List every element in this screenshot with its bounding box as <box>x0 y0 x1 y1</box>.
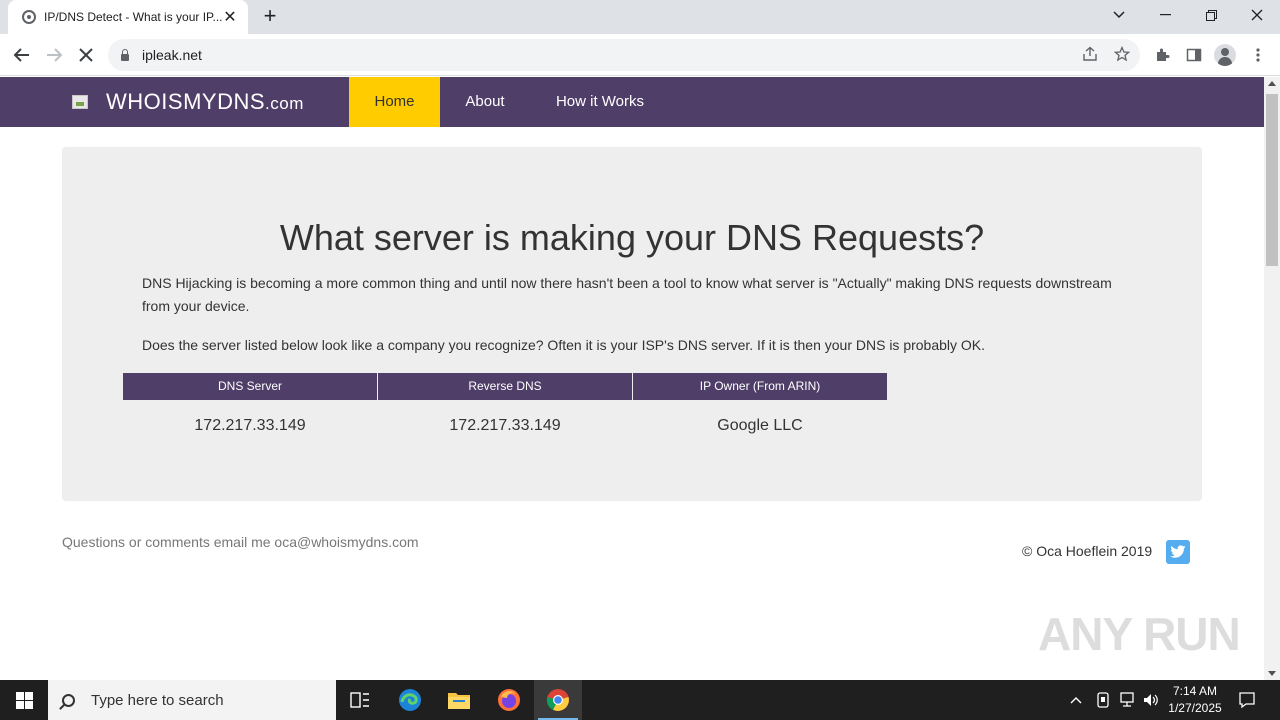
taskbar-clock[interactable]: 7:14 AM 1/27/2025 <box>1160 683 1230 717</box>
profile-avatar-icon[interactable] <box>1214 44 1236 66</box>
restore-icon[interactable] <box>1188 0 1234 30</box>
intro-paragraph: DNS Hijacking is becoming a more common … <box>142 275 1112 314</box>
stop-loading-icon[interactable] <box>74 43 98 67</box>
extensions-puzzle-icon[interactable] <box>1151 44 1173 66</box>
tab-search-chevron-icon[interactable] <box>1096 0 1142 30</box>
brand-prefix: WHOIS <box>106 89 184 114</box>
volume-icon[interactable] <box>1142 680 1160 720</box>
broken-logo-image-icon <box>72 95 88 109</box>
tray-overflow-chevron-icon[interactable] <box>1070 680 1082 720</box>
address-bar[interactable]: ipleak.net <box>108 39 1140 71</box>
watermark: ANY RUN <box>1038 608 1241 660</box>
table-header-dns-server: DNS Server <box>123 373 377 400</box>
brand-main: MYDNS <box>183 89 266 114</box>
forward-arrow-icon[interactable] <box>42 43 66 67</box>
nav-how-it-works[interactable]: How it Works <box>540 77 660 127</box>
page-heading: What server is making your DNS Requests? <box>279 217 985 258</box>
firefox-icon[interactable] <box>485 680 533 720</box>
page-viewport: WHOISMYDNS.com Home About How it Works W… <box>0 77 1264 680</box>
table-header-reverse-dns: Reverse DNS <box>378 373 632 400</box>
loading-favicon-icon <box>22 10 36 24</box>
notifications-icon[interactable] <box>1238 680 1256 720</box>
main-panel: What server is making your DNS Requests?… <box>62 147 1202 501</box>
tab-close-icon[interactable]: ✕ <box>222 7 238 27</box>
back-arrow-icon[interactable] <box>10 43 34 67</box>
windows-taskbar: Type here to search 7:14 AM 1/27/2025 <box>0 680 1280 720</box>
nav-about[interactable]: About <box>444 77 526 127</box>
brand-name: WHOISMYDNS.com <box>106 89 304 115</box>
windows-start-icon[interactable] <box>0 680 48 720</box>
site-brand[interactable]: WHOISMYDNS.com <box>72 77 304 127</box>
scrollbar-thumb[interactable] <box>1266 94 1278 266</box>
brand-suffix: .com <box>265 94 304 113</box>
table-cell-reverse-dns: 172.217.33.149 <box>449 417 561 434</box>
network-icon[interactable] <box>1118 680 1136 720</box>
page-scrollbar[interactable] <box>1264 77 1280 680</box>
scroll-up-arrow-icon[interactable] <box>1268 81 1276 86</box>
browser-tab-strip: IP/DNS Detect - What is your IP... ✕ + <box>0 0 1280 34</box>
table-cell-dns-server: 172.217.33.149 <box>194 417 306 434</box>
clock-time: 7:14 AM <box>1172 684 1218 698</box>
address-url[interactable]: ipleak.net <box>142 47 202 63</box>
scroll-down-arrow-icon[interactable] <box>1268 671 1276 676</box>
taskbar-search-box[interactable]: Type here to search <box>48 680 336 720</box>
footer-copyright: © Oca Hoeflein 2019 <box>1022 543 1153 559</box>
browser-toolbar: ipleak.net <box>0 34 1280 76</box>
share-icon[interactable] <box>1082 46 1098 66</box>
table-header-ip-owner: IP Owner (From ARIN) <box>633 373 887 400</box>
site-navbar: WHOISMYDNS.com Home About How it Works <box>0 77 1264 127</box>
tray-device-icon[interactable] <box>1096 680 1110 720</box>
taskbar-search-placeholder: Type here to search <box>91 691 224 709</box>
new-tab-icon[interactable]: + <box>258 5 282 29</box>
tab-title: IP/DNS Detect - What is your IP... <box>44 10 222 24</box>
minimize-icon[interactable] <box>1142 0 1188 30</box>
lock-icon[interactable] <box>120 49 130 61</box>
nav-home[interactable]: Home <box>349 77 440 127</box>
close-window-icon[interactable] <box>1234 0 1280 30</box>
kebab-menu-icon[interactable] <box>1247 44 1269 66</box>
side-panel-icon[interactable] <box>1183 44 1205 66</box>
edge-browser-icon[interactable] <box>386 680 434 720</box>
browser-tab[interactable]: IP/DNS Detect - What is your IP... ✕ <box>8 0 248 34</box>
footer-contact: Questions or comments email me oca@whois… <box>62 534 419 550</box>
question-paragraph: Does the server listed below look like a… <box>142 337 986 353</box>
twitter-icon[interactable] <box>1166 540 1190 564</box>
table-cell-ip-owner: Google LLC <box>717 417 803 434</box>
search-icon <box>62 693 75 707</box>
chrome-icon[interactable] <box>534 680 582 720</box>
task-view-icon[interactable] <box>336 680 384 720</box>
clock-date: 1/27/2025 <box>1168 701 1222 715</box>
file-explorer-icon[interactable] <box>435 680 483 720</box>
bookmark-star-icon[interactable] <box>1113 45 1131 66</box>
